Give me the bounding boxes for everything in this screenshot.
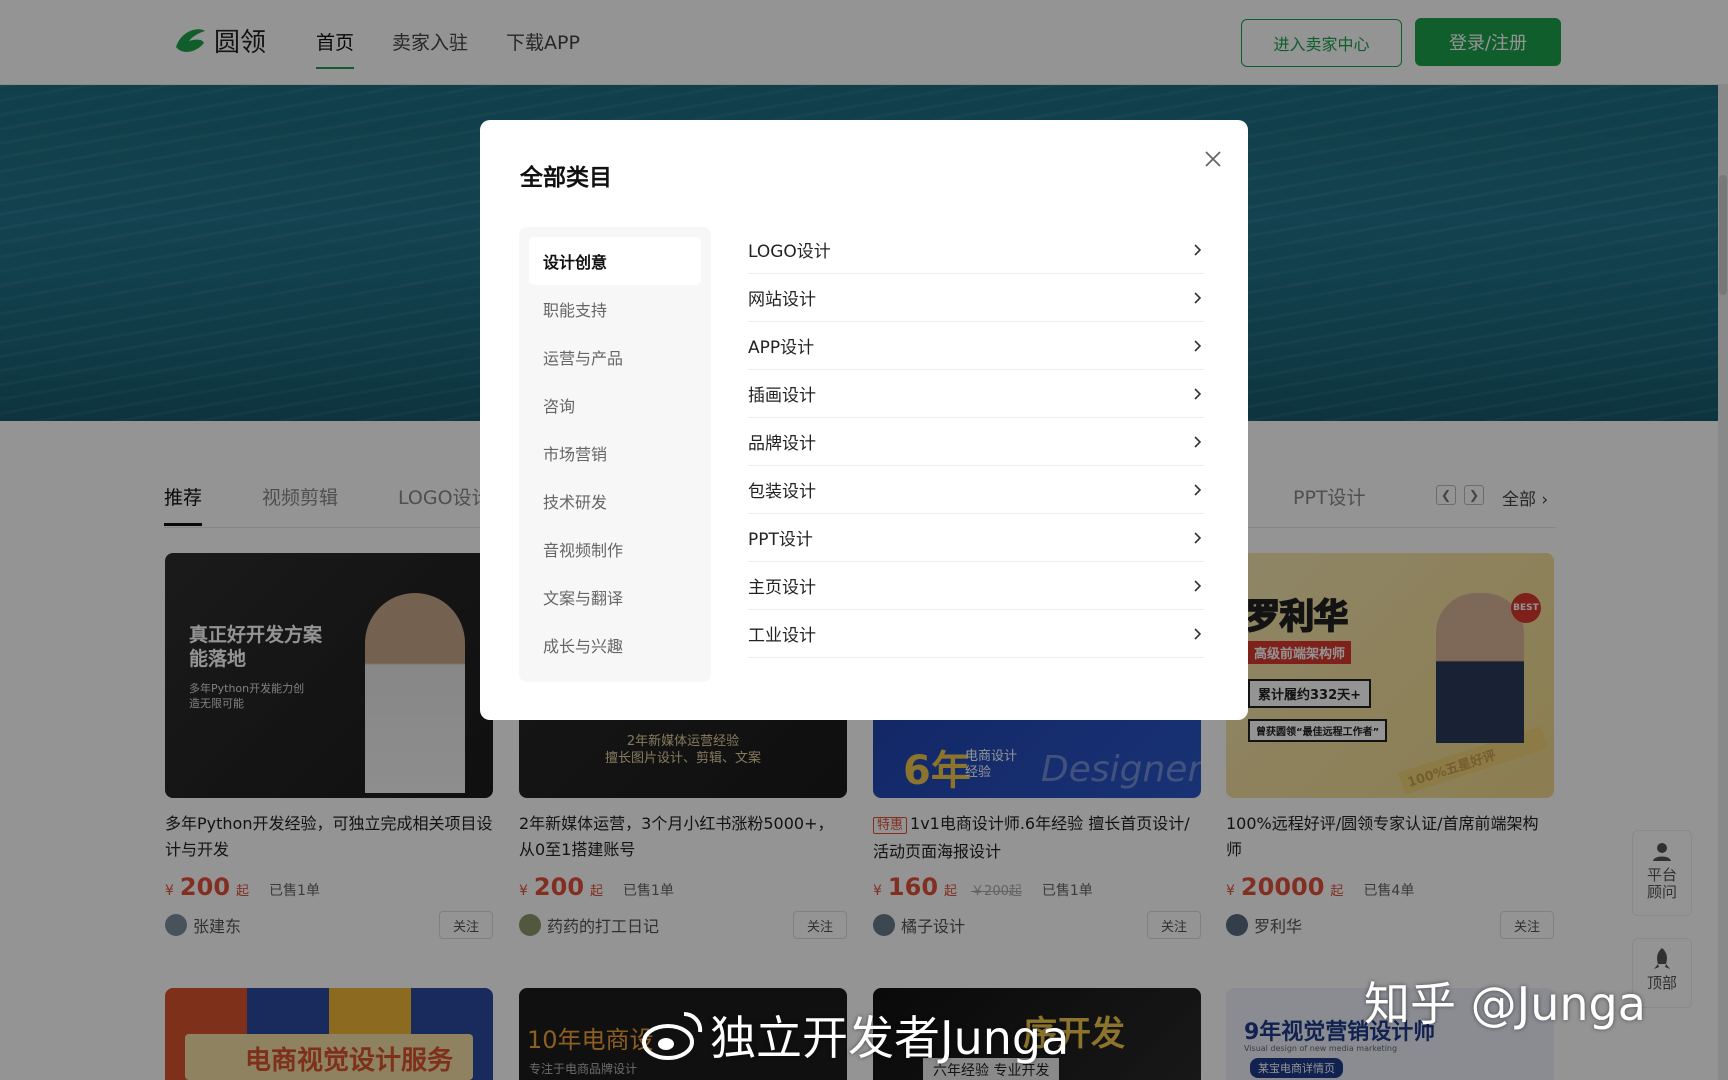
subcategory-item[interactable]: APP设计 <box>748 322 1204 370</box>
subcategory-label: 品牌设计 <box>748 434 816 454</box>
subcategory-list: LOGO设计 网站设计 APP设计 插画设计 品牌设计 包装设计 PPT设计 主… <box>748 226 1204 658</box>
weibo-logo-icon <box>642 1011 703 1060</box>
subcategory-label: 主页设计 <box>748 578 816 598</box>
primary-category-list: 设计创意 职能支持 运营与产品 咨询 市场营销 技术研发 音视频制作 文案与翻译… <box>519 227 711 682</box>
subcategory-label: APP设计 <box>748 338 815 358</box>
subcategory-label: LOGO设计 <box>748 242 831 262</box>
subcategory-label: 工业设计 <box>748 626 816 646</box>
subcategory-label: PPT设计 <box>748 530 813 550</box>
category-item[interactable]: 运营与产品 <box>529 333 701 381</box>
category-item[interactable]: 设计创意 <box>529 237 701 285</box>
subcategory-item[interactable]: 品牌设计 <box>748 418 1204 466</box>
chevron-right-icon <box>1194 291 1202 304</box>
chevron-right-icon <box>1194 243 1202 256</box>
chevron-right-icon <box>1194 387 1202 400</box>
close-icon[interactable] <box>1200 146 1226 172</box>
chevron-right-icon <box>1194 483 1202 496</box>
subcategory-label: 包装设计 <box>748 482 816 502</box>
weibo-watermark: 独立开发者Junga <box>640 1002 1069 1068</box>
chevron-right-icon <box>1194 531 1202 544</box>
chevron-right-icon <box>1194 435 1202 448</box>
weibo-watermark-text: 独立开发者Junga <box>710 1011 1070 1065</box>
category-item[interactable]: 音视频制作 <box>529 525 701 573</box>
subcategory-label: 网站设计 <box>748 290 816 310</box>
subcategory-item[interactable]: 插画设计 <box>748 370 1204 418</box>
category-item[interactable]: 文案与翻译 <box>529 573 701 621</box>
category-item[interactable]: 技术研发 <box>529 477 701 525</box>
chevron-right-icon <box>1194 579 1202 592</box>
subcategory-item[interactable]: PPT设计 <box>748 514 1204 562</box>
category-item[interactable]: 市场营销 <box>529 429 701 477</box>
subcategory-item[interactable]: 主页设计 <box>748 562 1204 610</box>
subcategory-item[interactable]: 包装设计 <box>748 466 1204 514</box>
subcategory-item[interactable]: LOGO设计 <box>748 226 1204 274</box>
category-item[interactable]: 咨询 <box>529 381 701 429</box>
zhihu-watermark: 知乎 @Junga <box>1364 977 1646 1031</box>
category-item[interactable]: 职能支持 <box>529 285 701 333</box>
subcategory-label: 插画设计 <box>748 386 816 406</box>
category-modal: 全部类目 设计创意 职能支持 运营与产品 咨询 市场营销 技术研发 音视频制作 … <box>480 120 1248 720</box>
subcategory-item[interactable]: 网站设计 <box>748 274 1204 322</box>
chevron-right-icon <box>1194 339 1202 352</box>
chevron-right-icon <box>1194 627 1202 640</box>
modal-title: 全部类目 <box>520 165 612 191</box>
category-item[interactable]: 成长与兴趣 <box>529 621 701 669</box>
subcategory-item[interactable]: 工业设计 <box>748 610 1204 658</box>
